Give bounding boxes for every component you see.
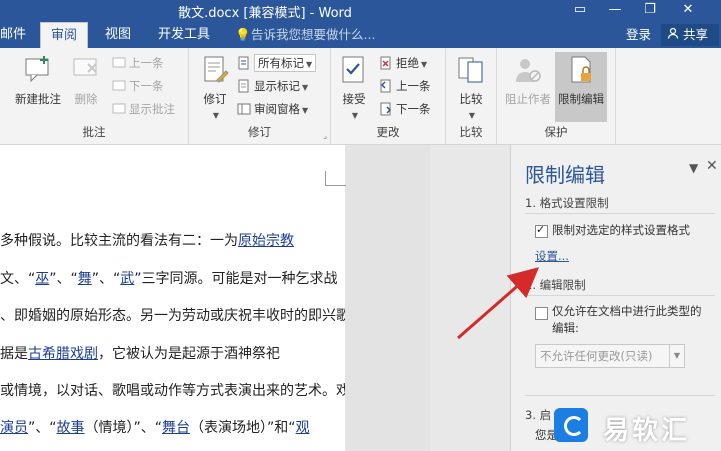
logo-mark-icon <box>554 408 588 442</box>
watermark-logo: 易软汇 <box>548 402 720 451</box>
watermark-text: 易软汇 <box>603 416 691 446</box>
annotation-arrow <box>457 267 540 340</box>
